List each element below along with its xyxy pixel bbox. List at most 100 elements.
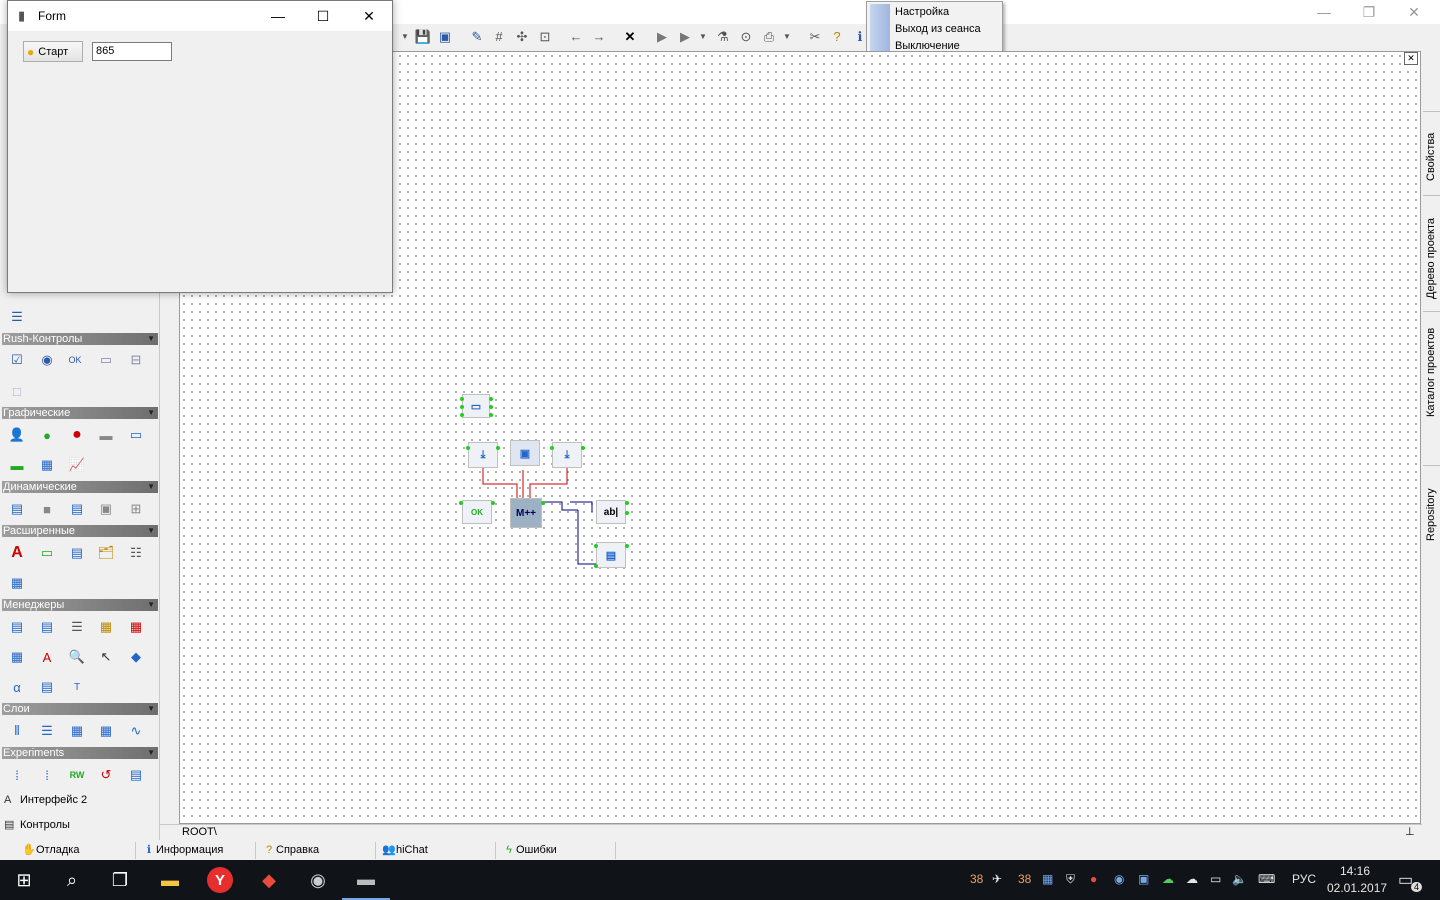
group-experiments[interactable]: Experiments ▼ (2, 747, 158, 759)
layer-table-icon[interactable]: ▦ (95, 720, 117, 742)
edit-component[interactable]: ab| (596, 500, 626, 524)
clock-date[interactable]: 02.01.2017 (1327, 881, 1387, 895)
export-dropdown-icon[interactable]: ▼ (778, 28, 796, 46)
layer-wave-icon[interactable]: ∿ (125, 720, 147, 742)
tray-icon-d[interactable]: ▣ (1138, 872, 1149, 886)
slider-component-icon[interactable]: ⊟ (125, 349, 147, 371)
menu-item-settings[interactable]: Настройка (895, 4, 949, 21)
tab-errors[interactable]: ϟ Ошибки (502, 842, 616, 859)
compile-icon[interactable]: ⊙ (737, 28, 755, 46)
volume-icon[interactable]: 🔈 (1232, 872, 1247, 886)
chart-component-icon[interactable]: 📈 (66, 454, 88, 476)
group-managers[interactable]: Менеджеры ▼ (2, 599, 158, 611)
language-indicator[interactable]: РУС (1292, 872, 1316, 886)
dyn-panel-component-icon[interactable]: ■ (36, 498, 58, 520)
palette-item-interface2[interactable]: A Интерфейс 2 (4, 794, 87, 806)
minimize-icon[interactable]: — (1302, 2, 1346, 22)
windows-start-icon[interactable]: ⊞ (0, 860, 48, 900)
fit-icon[interactable]: ⊡ (536, 28, 554, 46)
manager-1-icon[interactable]: ▤ (6, 616, 28, 638)
keyboard-icon[interactable]: ⌨ (1258, 872, 1275, 886)
manager-8-icon[interactable]: 🔍 (66, 646, 88, 668)
tab-help[interactable]: ? Справка (262, 842, 376, 859)
manager-9-icon[interactable]: ↖ (95, 646, 117, 668)
search-icon[interactable]: ⌕ (48, 860, 96, 900)
clock-time[interactable]: 14:16 (1340, 864, 1370, 878)
hub-component[interactable]: ▣ (510, 440, 540, 466)
delete-icon[interactable]: ✕ (621, 28, 639, 46)
counter-component[interactable]: M++ (510, 498, 542, 528)
tray-icon-e[interactable]: ☁ (1162, 872, 1174, 886)
app-red-icon[interactable]: ◆ (245, 860, 293, 900)
run-to-icon[interactable]: ▶ (676, 28, 694, 46)
tab-project-tree[interactable]: Дерево проекта (1423, 195, 1440, 305)
undo-icon[interactable]: ← (567, 28, 585, 46)
panel-component-icon[interactable]: □ (6, 380, 28, 402)
tray-number-1[interactable]: 38 (970, 872, 983, 886)
export-icon[interactable]: ⎙ (760, 28, 778, 46)
exp-3-icon[interactable]: ↺ (95, 764, 117, 786)
form-close-icon[interactable]: ✕ (347, 5, 391, 27)
ext-edit-component-icon[interactable]: ▭ (36, 542, 58, 564)
layer-grid-icon[interactable]: ▦ (66, 720, 88, 742)
palette-item-controls[interactable]: ▤ Контролы (4, 818, 70, 831)
group-rush-controls[interactable]: Rush-Контролы ▼ (2, 333, 158, 345)
run-icon[interactable]: ▶ (653, 28, 671, 46)
listview-component-icon[interactable]: ☷ (125, 542, 147, 564)
tab-hichat[interactable]: 👥hiChat (382, 842, 496, 859)
tools-icon[interactable]: ✂ (806, 28, 824, 46)
manager-2-icon[interactable]: ▤ (36, 616, 58, 638)
menu-item-logout[interactable]: Выход из сеанса (895, 21, 981, 38)
tab-properties[interactable]: Свойства (1423, 111, 1440, 187)
tray-icon-c[interactable]: ◉ (1114, 872, 1124, 886)
file-explorer-icon[interactable]: ▬ (146, 860, 194, 900)
treeview-component-icon[interactable]: 🗂 (95, 542, 117, 564)
resize-grip-icon[interactable]: ⊥ (1405, 825, 1415, 838)
form-maximize-icon[interactable]: ☐ (301, 5, 345, 27)
grid-icon[interactable]: # (490, 28, 508, 46)
exp-4-icon[interactable]: ▤ (125, 764, 147, 786)
exp-2-icon[interactable]: ⁞ (36, 764, 58, 786)
ruler-component-icon[interactable]: ▬ (6, 454, 28, 476)
dyn-form-component-icon[interactable]: ▤ (6, 498, 28, 520)
restore-icon[interactable]: ❐ (1347, 2, 1391, 22)
shield-icon[interactable]: ⛨ (1066, 872, 1075, 887)
debug-icon[interactable]: ⚗ (714, 28, 732, 46)
dyn-multi-component-icon[interactable]: ▤ (66, 498, 88, 520)
progress-component-icon[interactable]: ▭ (125, 424, 147, 446)
dyn-manager-component-icon[interactable]: ▣ (95, 498, 117, 520)
layer-rows-icon[interactable]: ☰ (36, 720, 58, 742)
start-button[interactable]: ● Старт (23, 41, 83, 62)
form-minimize-icon[interactable]: — (256, 5, 300, 27)
tab-info[interactable]: ℹ Информация (142, 842, 256, 859)
value-field[interactable]: 865 (92, 42, 172, 61)
manager-5-icon[interactable]: ▦ (125, 616, 147, 638)
input-point-left[interactable]: ⤓ (468, 442, 498, 468)
dyn-tree-component-icon[interactable]: ⊞ (125, 498, 147, 520)
exp-rw-icon[interactable]: RW (66, 764, 88, 786)
group-dynamic[interactable]: Динамические ▼ (2, 481, 158, 493)
memo-component-icon[interactable]: ▤ (66, 542, 88, 564)
input-point-right[interactable]: ⤓ (552, 442, 582, 468)
shape-component-icon[interactable]: ● (36, 424, 58, 446)
button-ok-component[interactable]: OK (462, 500, 492, 524)
dropdown-arrow-icon[interactable]: ▼ (396, 28, 414, 46)
manager-6-icon[interactable]: ▦ (6, 646, 28, 668)
tab-debug[interactable]: ✋Отладка (22, 842, 136, 859)
align-icon[interactable]: ✣ (513, 28, 531, 46)
exp-1-icon[interactable]: ⁞ (6, 764, 28, 786)
list-component-icon[interactable]: ☰ (6, 306, 28, 328)
ok-button-component-icon[interactable]: OK (64, 349, 86, 371)
group-extended[interactable]: Расширенные ▼ (2, 525, 158, 537)
manager-12-icon[interactable]: ▤ (36, 676, 58, 698)
manager-4-icon[interactable]: ▦ (95, 616, 117, 638)
manager-10-icon[interactable]: ◆ (125, 646, 147, 668)
edit-icon[interactable]: ✎ (468, 28, 486, 46)
tab-repository[interactable]: Repository (1423, 465, 1440, 547)
label-component-icon[interactable]: A (6, 542, 28, 564)
group-graphics[interactable]: Графические ▼ (2, 407, 158, 419)
circle-component-icon[interactable]: ● (66, 424, 88, 446)
grid-component-icon[interactable]: ▦ (36, 454, 58, 476)
design-close-icon[interactable]: ✕ (1404, 52, 1418, 65)
redo-icon[interactable]: → (590, 28, 608, 46)
